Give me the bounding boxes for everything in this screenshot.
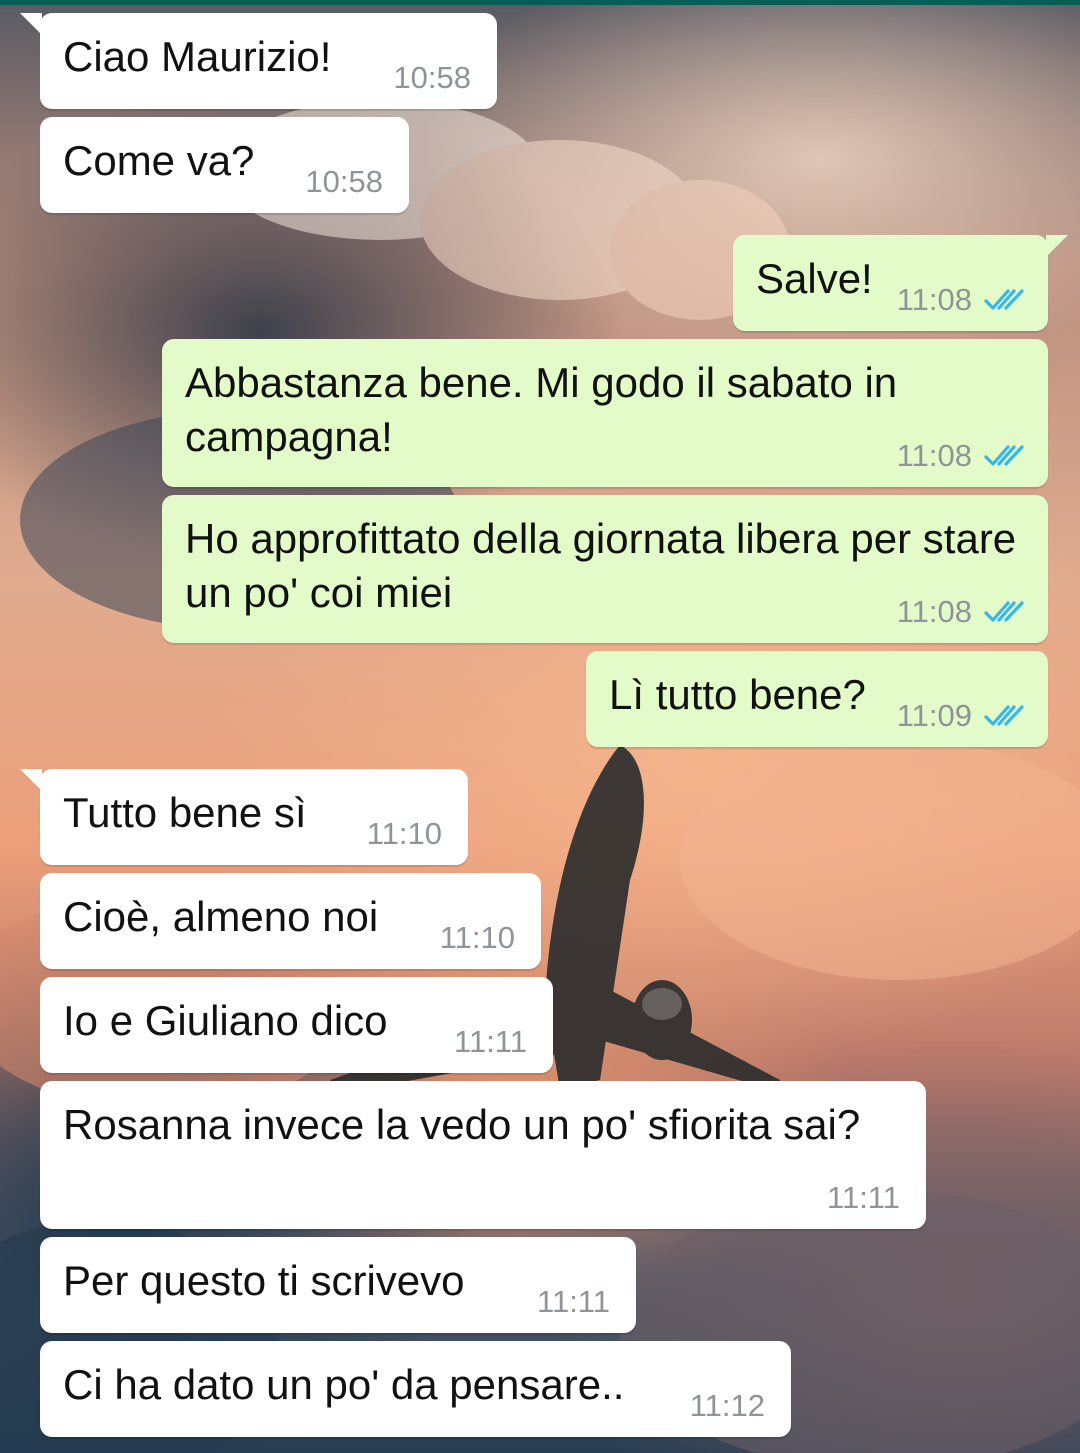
message-text: Lì tutto bene? xyxy=(609,671,866,718)
message-text: Per questo ti scrivevo xyxy=(63,1257,465,1304)
message-meta: 11:11 xyxy=(827,1180,900,1216)
message-timestamp: 11:08 xyxy=(896,594,972,629)
message-timestamp: 11:10 xyxy=(439,920,515,955)
bubble-tail xyxy=(20,769,42,791)
outgoing-message[interactable]: Lì tutto bene? 11:09 xyxy=(586,651,1048,747)
incoming-message[interactable]: Tutto bene sì 11:10 xyxy=(20,769,468,865)
message-text: Rosanna invece la vedo un po' sfiorita s… xyxy=(63,1101,861,1148)
double-check-icon xyxy=(984,445,1024,466)
message-text: Tutto bene sì xyxy=(63,789,307,836)
header-edge-strip xyxy=(0,0,1080,5)
message-timestamp: 11:11 xyxy=(537,1284,610,1319)
message-meta: 11:09 xyxy=(897,698,1026,734)
message-meta: 11:11 xyxy=(454,1024,527,1060)
bubble-tail xyxy=(20,13,42,35)
double-check-icon xyxy=(984,601,1024,622)
message-timestamp: 11:11 xyxy=(827,1180,900,1215)
incoming-message[interactable]: Per questo ti scrivevo 11:11 xyxy=(40,1237,636,1333)
message-meta: 11:08 xyxy=(897,282,1026,318)
outgoing-message[interactable]: Salve! 11:08 xyxy=(733,235,1068,331)
message-timestamp: 11:08 xyxy=(896,438,972,473)
message-timestamp: 11:09 xyxy=(896,698,972,733)
outgoing-message[interactable]: Ho approfittato della giornata libera pe… xyxy=(162,495,1048,643)
message-meta: 11:08 xyxy=(897,594,1026,630)
message-timestamp: 11:08 xyxy=(896,282,972,317)
message-meta: 11:10 xyxy=(367,816,442,852)
message-timestamp: 10:58 xyxy=(305,164,383,199)
message-meta: 11:10 xyxy=(440,920,515,956)
message-text: Io e Giuliano dico xyxy=(63,997,388,1044)
outgoing-message[interactable]: Abbastanza bene. Mi godo il sabato in ca… xyxy=(162,339,1048,487)
message-text: Ciao Maurizio! xyxy=(63,33,332,80)
incoming-message[interactable]: Ci ha dato un po' da pensare.. 11:12 xyxy=(40,1341,791,1437)
incoming-message[interactable]: Io e Giuliano dico 11:11 xyxy=(40,977,553,1073)
message-timestamp: 11:10 xyxy=(366,816,442,851)
message-timestamp: 10:58 xyxy=(393,60,471,95)
message-timestamp: 11:12 xyxy=(689,1388,765,1423)
double-check-icon xyxy=(984,705,1024,726)
bubble-tail xyxy=(1046,235,1068,257)
message-text: Cioè, almeno noi xyxy=(63,893,379,940)
message-meta: 10:58 xyxy=(305,164,383,200)
incoming-message[interactable]: Come va? 10:58 xyxy=(40,117,409,213)
message-meta: 11:11 xyxy=(537,1284,610,1320)
double-check-icon xyxy=(984,289,1024,310)
message-meta: 11:08 xyxy=(897,438,1026,474)
message-text: Salve! xyxy=(756,255,873,302)
incoming-message[interactable]: Cioè, almeno noi 11:10 xyxy=(40,873,541,969)
message-meta: 10:58 xyxy=(393,60,471,96)
incoming-message[interactable]: Rosanna invece la vedo un po' sfiorita s… xyxy=(40,1081,926,1229)
message-timestamp: 11:11 xyxy=(454,1024,527,1059)
message-text: Come va? xyxy=(63,137,255,184)
message-text: Ci ha dato un po' da pensare.. xyxy=(63,1361,625,1408)
message-meta: 11:12 xyxy=(690,1388,765,1424)
incoming-message[interactable]: Ciao Maurizio! 10:58 xyxy=(20,13,497,109)
